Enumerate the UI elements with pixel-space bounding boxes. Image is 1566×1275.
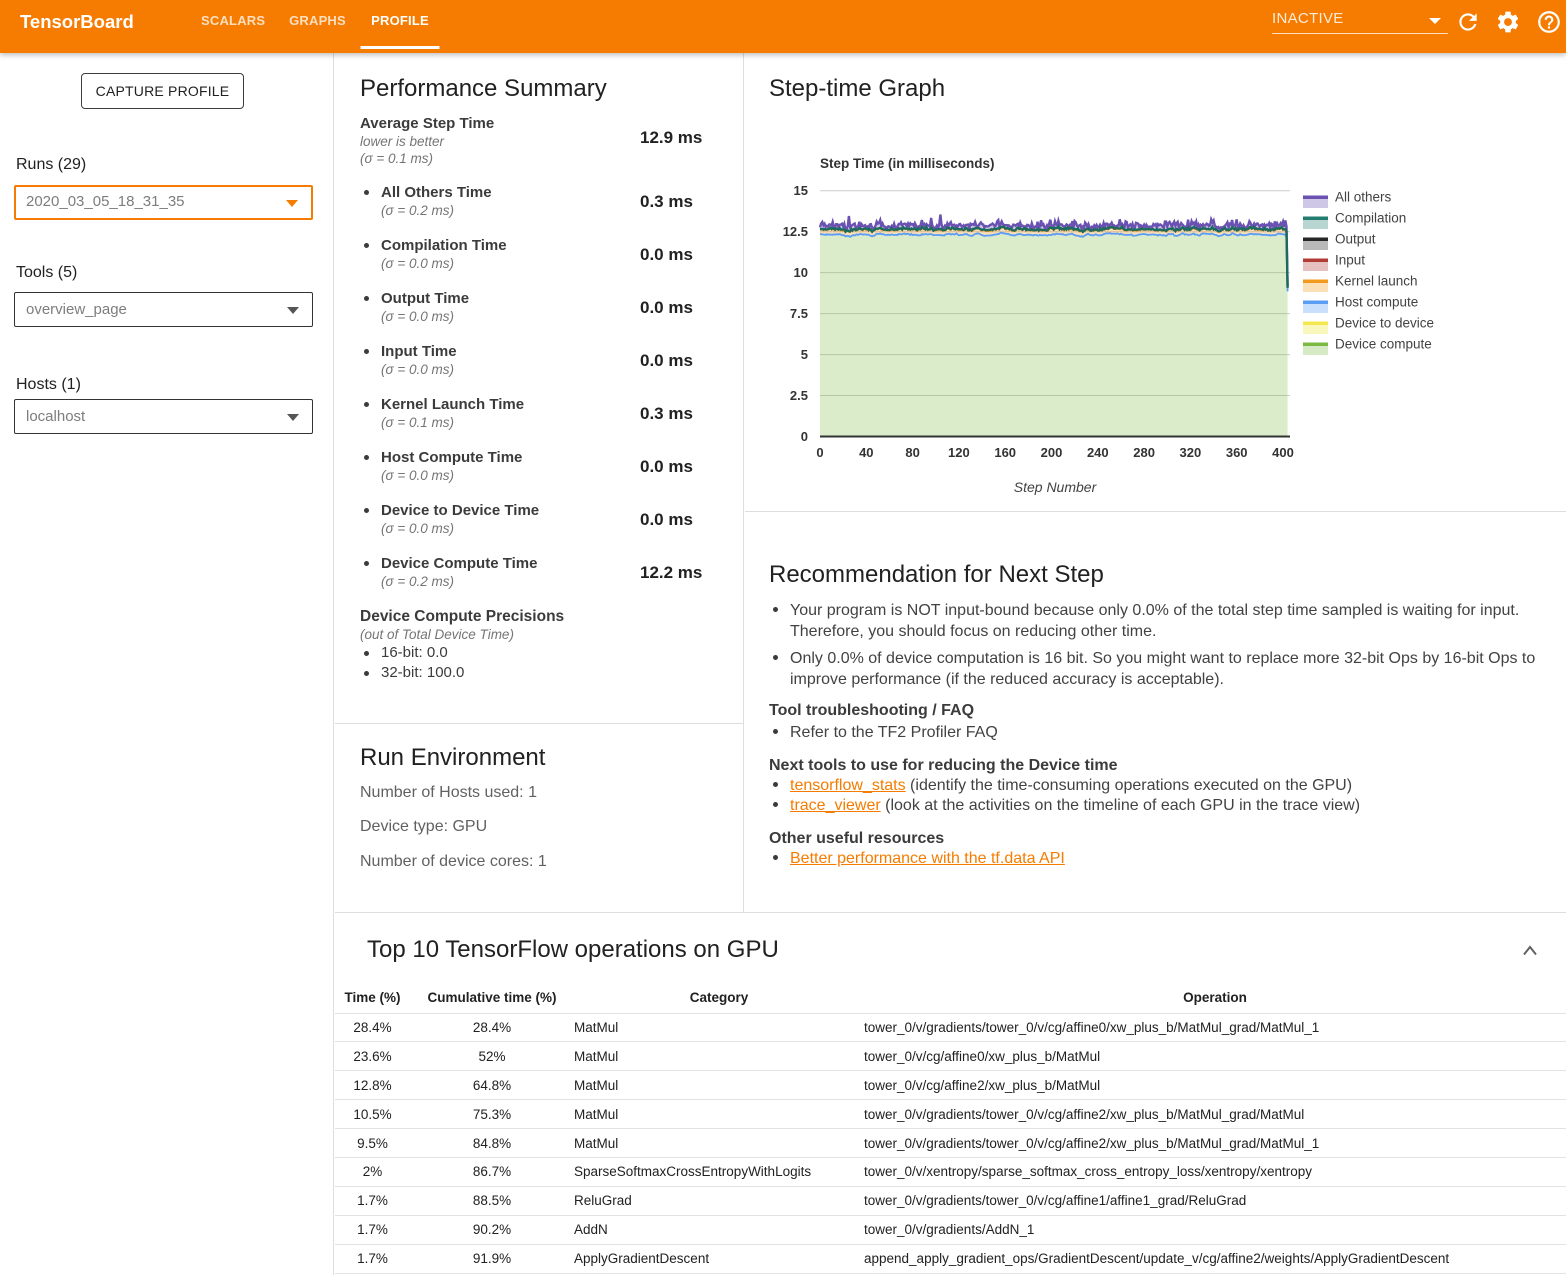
svg-text:2.5: 2.5: [790, 388, 808, 403]
svg-text:0: 0: [816, 445, 823, 460]
svg-text:Host compute: Host compute: [1335, 295, 1418, 310]
svg-text:120: 120: [948, 445, 970, 460]
svg-text:All others: All others: [1335, 190, 1392, 205]
svg-text:7.5: 7.5: [790, 306, 808, 321]
svg-text:Device compute: Device compute: [1335, 337, 1432, 352]
svg-text:Step Time (in milliseconds): Step Time (in milliseconds): [820, 156, 995, 171]
svg-text:240: 240: [1087, 445, 1109, 460]
svg-text:280: 280: [1133, 445, 1155, 460]
svg-text:Input: Input: [1335, 253, 1365, 268]
svg-text:360: 360: [1226, 445, 1248, 460]
svg-text:Device to device: Device to device: [1335, 316, 1434, 331]
svg-text:200: 200: [1041, 445, 1063, 460]
svg-text:320: 320: [1180, 445, 1202, 460]
svg-text:400: 400: [1272, 445, 1294, 460]
svg-text:5: 5: [801, 347, 808, 362]
svg-text:Step Number: Step Number: [1014, 479, 1098, 495]
svg-text:Output: Output: [1335, 232, 1376, 247]
svg-text:40: 40: [859, 445, 873, 460]
svg-text:Kernel launch: Kernel launch: [1335, 274, 1418, 289]
svg-text:0: 0: [801, 429, 808, 444]
svg-text:10: 10: [794, 265, 808, 280]
svg-text:Compilation: Compilation: [1335, 211, 1406, 226]
svg-text:12.5: 12.5: [783, 224, 808, 239]
svg-text:80: 80: [905, 445, 919, 460]
svg-text:15: 15: [794, 183, 808, 198]
svg-text:160: 160: [994, 445, 1016, 460]
